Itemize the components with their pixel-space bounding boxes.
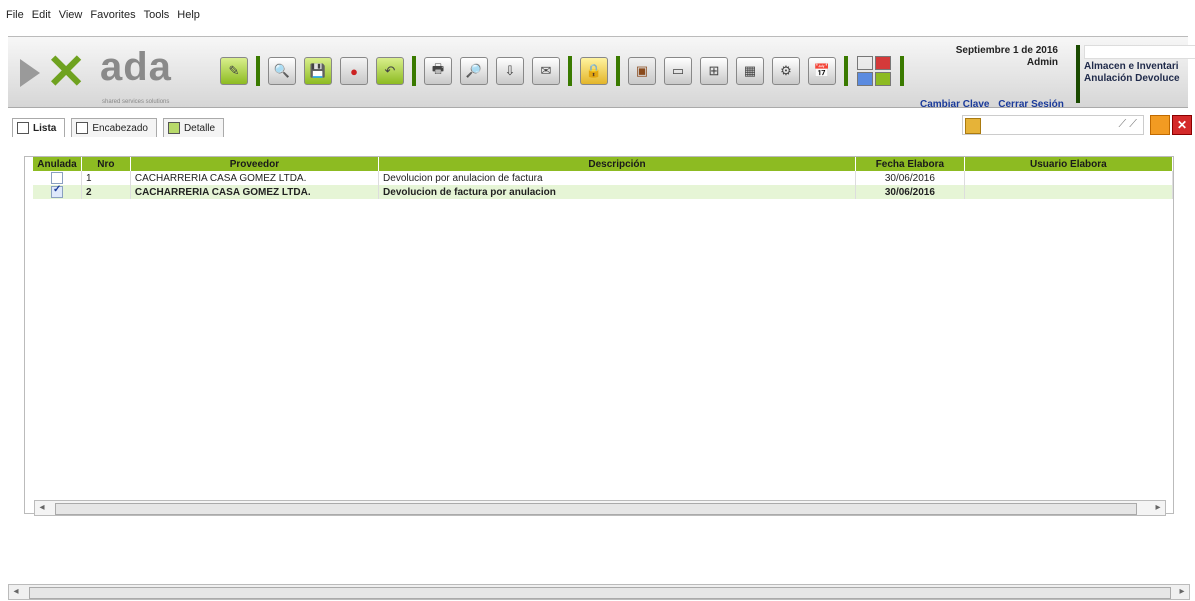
company-field <box>1084 45 1195 59</box>
column-header-usuario[interactable]: Usuario Elabora <box>964 157 1174 171</box>
search-filter-icon <box>965 118 981 134</box>
logo-word: ada <box>100 45 172 89</box>
session-info: Septiembre 1 de 2016 Admin <box>956 45 1058 69</box>
image-button[interactable]: ▭ <box>664 57 692 85</box>
page-horizontal-scrollbar[interactable]: ◂ ▸ <box>8 584 1190 600</box>
table-row[interactable]: 2 CACHARRERIA CASA GOMEZ LTDA. Devolucio… <box>33 184 1174 199</box>
export-button[interactable]: ⇩ <box>496 57 524 85</box>
column-header-fecha[interactable]: Fecha Elabora <box>855 157 965 171</box>
email-button[interactable]: ✉ <box>532 57 560 85</box>
fecha-cell: 30/06/2016 <box>855 171 965 185</box>
menu-tools[interactable]: Tools <box>144 9 170 21</box>
logo-tagline: shared services solutions <box>102 99 170 105</box>
nro-cell: 2 <box>81 185 131 199</box>
records-table: Anulada Nro Proveedor Descripción Fecha … <box>33 157 1174 199</box>
print-preview-button[interactable]: 🔎 <box>460 57 488 85</box>
usuario-cell <box>964 185 1174 199</box>
scroll-thumb[interactable] <box>55 503 1137 515</box>
menu-file[interactable]: File <box>6 9 24 21</box>
session-links: Cambiar Clave Cerrar Sesión <box>920 99 1070 110</box>
grid-horizontal-scrollbar[interactable]: ◂ ▸ <box>34 500 1166 516</box>
descripcion-cell: Devolucion por anulacion de factura <box>378 171 856 185</box>
tab-strip: Lista Encabezado Detalle <box>12 118 230 137</box>
tab-detalle[interactable]: Detalle <box>162 118 225 137</box>
toolbar-separator <box>900 56 904 86</box>
descripcion-cell: Devolucion de factura por anulacion <box>378 185 856 199</box>
flag-icon[interactable] <box>875 56 891 70</box>
lock-button[interactable]: 🔒 <box>580 57 608 85</box>
main-toolbar: ✎ 🔍 💾 ● ↶ 🖶 🔎 ⇩ ✉ 🔒 ▣ ▭ ⊞ ▦ ⚙ 📅 <box>220 53 912 89</box>
save-button[interactable]: 💾 <box>304 57 332 85</box>
scroll-left-icon[interactable]: ◂ <box>35 501 49 515</box>
scroll-thumb[interactable] <box>29 587 1171 599</box>
toolbar-separator <box>844 56 848 86</box>
scroll-left-icon[interactable]: ◂ <box>9 585 23 599</box>
toolbar-separator <box>412 56 416 86</box>
records-grid: Anulada Nro Proveedor Descripción Fecha … <box>24 156 1174 514</box>
menu-bar: File Edit View Favorites Tools Help <box>0 0 1195 30</box>
settings-button[interactable]: ⚙ <box>772 57 800 85</box>
fecha-cell: 30/06/2016 <box>855 185 965 199</box>
logo-arrow-icon <box>20 59 40 87</box>
toolbar-separator <box>568 56 572 86</box>
new-record-button[interactable]: ✎ <box>220 57 248 85</box>
column-header-nro[interactable]: Nro <box>81 157 131 171</box>
proveedor-cell: CACHARRERIA CASA GOMEZ LTDA. <box>130 171 380 185</box>
print-button[interactable]: 🖶 <box>424 57 452 85</box>
column-header-anulada[interactable]: Anulada <box>33 157 82 171</box>
detail-icon <box>167 122 180 134</box>
usuario-cell <box>964 171 1174 185</box>
add-button[interactable] <box>1150 115 1170 135</box>
small-icon-group <box>856 55 892 87</box>
current-user: Admin <box>1026 57 1058 68</box>
menu-view[interactable]: View <box>59 9 83 21</box>
anulada-checkbox[interactable] <box>50 184 63 198</box>
module-info: Almacen e Inventari Anulación Devoluce <box>1076 45 1195 103</box>
undo-button[interactable]: ↶ <box>376 57 404 85</box>
tab-label: Encabezado <box>92 122 148 134</box>
menu-help[interactable]: Help <box>177 9 200 21</box>
scroll-right-icon[interactable]: ▸ <box>1175 585 1189 599</box>
calculator-button[interactable]: ▦ <box>736 57 764 85</box>
close-icon[interactable]: ✕ <box>1172 115 1192 135</box>
list-icon <box>17 122 29 134</box>
anulada-cell <box>33 171 82 185</box>
tab-encabezado[interactable]: Encabezado <box>71 118 157 137</box>
tab-lista[interactable]: Lista <box>12 118 66 137</box>
menu-favorites[interactable]: Favorites <box>90 9 135 21</box>
search-record-button[interactable]: 🔍 <box>268 57 296 85</box>
app-banner: ✕ ada shared services solutions ✎ 🔍 💾 ● … <box>8 36 1195 110</box>
toolbar-separator <box>256 56 260 86</box>
toolbar-separator <box>616 56 620 86</box>
delete-button[interactable]: ● <box>340 57 368 85</box>
table-header-row: Anulada Nro Proveedor Descripción Fecha … <box>33 157 1174 171</box>
sheet-icon[interactable] <box>875 72 891 86</box>
header-icon <box>76 122 89 134</box>
list-view-icon[interactable] <box>857 56 873 70</box>
module-line-1: Almacen e Inventari <box>1084 61 1179 72</box>
scroll-right-icon[interactable]: ▸ <box>1151 501 1165 515</box>
logout-link[interactable]: Cerrar Sesión <box>998 99 1064 110</box>
tab-label: Lista <box>33 122 57 134</box>
proveedor-cell: CACHARRERIA CASA GOMEZ LTDA. <box>130 185 380 199</box>
monitor-icon[interactable] <box>857 72 873 86</box>
anulada-cell <box>33 184 82 199</box>
ada-logo: ✕ ada shared services solutions <box>10 43 210 105</box>
camera-button[interactable]: ▣ <box>628 57 656 85</box>
current-date: Septiembre 1 de 2016 <box>955 45 1058 56</box>
table-row[interactable]: 1 CACHARRERIA CASA GOMEZ LTDA. Devolucio… <box>33 171 1174 185</box>
search-input[interactable]: ⟋ ⟋ <box>962 115 1144 135</box>
change-password-link[interactable]: Cambiar Clave <box>920 99 989 110</box>
anulada-checkbox[interactable] <box>50 172 63 184</box>
tab-label: Detalle <box>183 122 216 134</box>
module-line-2: Anulación Devoluce <box>1084 73 1180 84</box>
calendar-button[interactable]: 📅 <box>808 57 836 85</box>
logo-x-icon: ✕ <box>46 46 87 99</box>
grid-button[interactable]: ⊞ <box>700 57 728 85</box>
column-header-descripcion[interactable]: Descripción <box>378 157 856 171</box>
menu-edit[interactable]: Edit <box>32 9 51 21</box>
nro-cell: 1 <box>81 171 131 185</box>
column-header-proveedor[interactable]: Proveedor <box>130 157 380 171</box>
search-action-icons: ⟋ ⟋ <box>1118 118 1137 130</box>
